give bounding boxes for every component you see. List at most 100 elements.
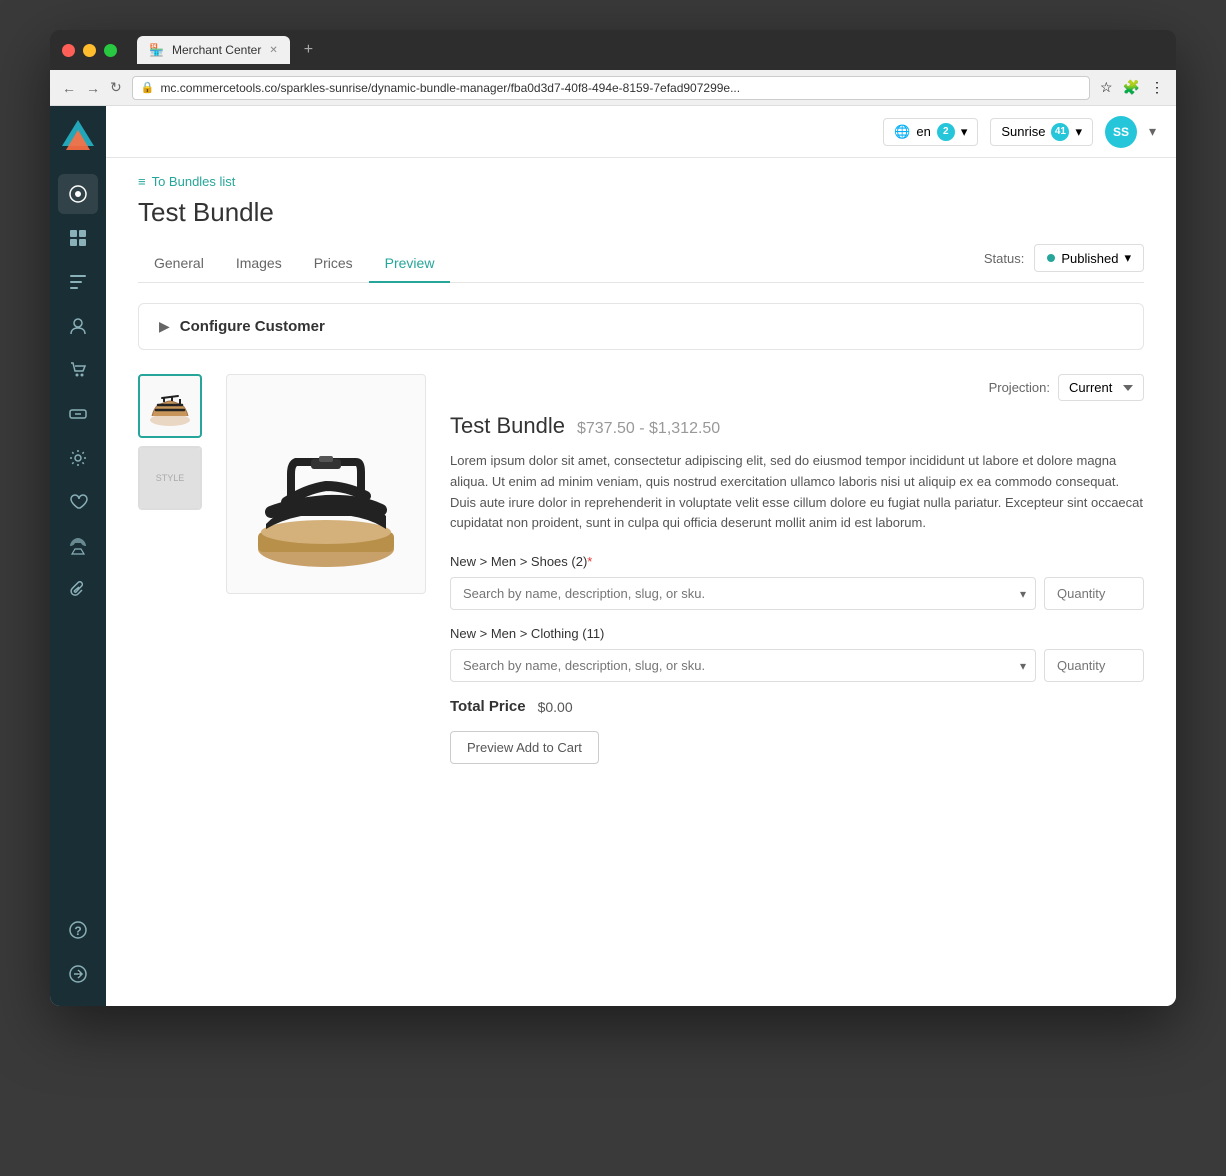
configure-chevron-icon: ▶: [159, 318, 170, 335]
tab-close-icon[interactable]: ✕: [269, 45, 277, 56]
sidebar-logo: [60, 118, 96, 154]
thumbnail-sandal[interactable]: [138, 374, 202, 438]
close-button[interactable]: [62, 44, 75, 57]
back-link[interactable]: ≡ To Bundles list: [138, 174, 1144, 189]
project-badge: 41: [1051, 123, 1069, 141]
user-initials: SS: [1113, 125, 1129, 139]
thumbnail-list: STYLE: [138, 374, 202, 764]
product-name: Test Bundle: [450, 413, 565, 439]
page-title: Test Bundle: [138, 197, 1144, 228]
user-avatar[interactable]: SS: [1105, 116, 1137, 148]
status-section: Status: Published ▾: [984, 244, 1144, 282]
project-selector[interactable]: Sunrise 41 ▾: [990, 118, 1093, 146]
app-wrapper: ? 🌐 en 2 ▾ Sunrise 41: [50, 106, 1176, 1006]
lock-icon: 🔒: [141, 81, 155, 94]
browser-titlebar: 🏪 Merchant Center ✕ +: [50, 30, 1176, 70]
sidebar-item-products[interactable]: [58, 218, 98, 258]
globe-icon: 🌐: [894, 124, 910, 140]
status-dot: [1047, 254, 1055, 262]
clothing-quantity-input[interactable]: [1044, 649, 1144, 682]
category-clothing: New > Men > Clothing (11) ▾: [450, 626, 1144, 682]
bookmark-icon[interactable]: ☆: [1100, 79, 1113, 96]
status-label: Status:: [984, 251, 1024, 266]
menu-icon[interactable]: ⋮: [1150, 79, 1164, 96]
sidebar-item-navigate[interactable]: [58, 954, 98, 994]
sidebar-item-launch[interactable]: [58, 526, 98, 566]
tab-general[interactable]: General: [138, 245, 220, 283]
tab-images[interactable]: Images: [220, 245, 298, 283]
sidebar-item-help[interactable]: ?: [58, 910, 98, 950]
tab-favicon: 🏪: [149, 43, 164, 57]
projection-row: Projection: Current: [450, 374, 1144, 401]
back-link-label: To Bundles list: [152, 174, 236, 189]
content-area: ≡ To Bundles list Test Bundle General Im…: [106, 158, 1176, 796]
sidebar-item-settings[interactable]: [58, 438, 98, 478]
new-tab-button[interactable]: +: [304, 41, 313, 59]
shoes-search-input[interactable]: [450, 577, 1036, 610]
language-selector[interactable]: 🌐 en 2 ▾: [883, 118, 978, 146]
list-icon: ≡: [138, 174, 146, 189]
category-shoes-label: New > Men > Shoes (2)*: [450, 554, 1144, 569]
shoes-input-row: ▾: [450, 577, 1144, 610]
product-price: $737.50 - $1,312.50: [577, 420, 720, 438]
sidebar: ?: [50, 106, 106, 1006]
forward-nav-button[interactable]: →: [86, 80, 100, 96]
browser-window: 🏪 Merchant Center ✕ + ← → ↻ 🔒 mc.commerc…: [50, 30, 1176, 1006]
configure-customer-section[interactable]: ▶ Configure Customer: [138, 303, 1144, 350]
sidebar-item-discounts[interactable]: [58, 394, 98, 434]
category-shoes: New > Men > Shoes (2)* ▾: [450, 554, 1144, 610]
clothing-input-row: ▾: [450, 649, 1144, 682]
url-text: mc.commercetools.co/sparkles-sunrise/dyn…: [160, 81, 740, 95]
svg-text:?: ?: [74, 924, 81, 938]
project-name: Sunrise: [1001, 124, 1045, 139]
total-label: Total Price: [450, 698, 526, 715]
reload-button[interactable]: ↻: [110, 79, 122, 96]
lang-badge: 2: [937, 123, 955, 141]
product-description: Lorem ipsum dolor sit amet, consectetur …: [450, 451, 1144, 534]
total-price-row: Total Price $0.00: [450, 698, 1144, 715]
projection-label: Projection:: [989, 380, 1050, 395]
address-bar: ← → ↻ 🔒 mc.commercetools.co/sparkles-sun…: [50, 70, 1176, 106]
sidebar-item-dashboard[interactable]: [58, 174, 98, 214]
main-content: 🌐 en 2 ▾ Sunrise 41 ▾ SS ▾: [106, 106, 1176, 1006]
lang-value: en: [916, 124, 930, 139]
total-value: $0.00: [538, 699, 573, 715]
tab-preview[interactable]: Preview: [369, 245, 451, 283]
sidebar-item-wishlist[interactable]: [58, 482, 98, 522]
status-badge[interactable]: Published ▾: [1034, 244, 1144, 272]
sidebar-bottom: ?: [58, 910, 98, 994]
url-bar[interactable]: 🔒 mc.commercetools.co/sparkles-sunrise/d…: [132, 76, 1090, 100]
category-clothing-label: New > Men > Clothing (11): [450, 626, 1144, 641]
tab-prices[interactable]: Prices: [298, 245, 369, 283]
sandal-main-image: [241, 384, 411, 584]
shoes-search-wrapper: ▾: [450, 577, 1036, 610]
configure-label: Configure Customer: [180, 318, 325, 335]
sandal-thumbnail-icon: [144, 380, 196, 432]
shoes-quantity-input[interactable]: [1044, 577, 1144, 610]
browser-tab[interactable]: 🏪 Merchant Center ✕: [137, 36, 290, 64]
sidebar-item-attachments[interactable]: [58, 570, 98, 610]
maximize-button[interactable]: [104, 44, 117, 57]
sidebar-item-customers[interactable]: [58, 306, 98, 346]
lang-chevron-icon: ▾: [961, 124, 968, 140]
back-nav-button[interactable]: ←: [62, 80, 76, 96]
product-details: Projection: Current Test Bundle $737.50 …: [450, 374, 1144, 764]
sidebar-item-categories[interactable]: [58, 262, 98, 302]
user-menu-chevron-icon[interactable]: ▾: [1149, 123, 1156, 140]
preview-add-to-cart-button[interactable]: Preview Add to Cart: [450, 731, 599, 764]
extension-icon[interactable]: 🧩: [1123, 79, 1140, 96]
minimize-button[interactable]: [83, 44, 96, 57]
product-name-row: Test Bundle $737.50 - $1,312.50: [450, 413, 1144, 439]
projection-select[interactable]: Current: [1058, 374, 1144, 401]
tabs-row: General Images Prices Preview Status:: [138, 244, 1144, 283]
bundle-preview: STYLE: [138, 374, 1144, 764]
main-product-image: [226, 374, 426, 594]
clothing-search-input[interactable]: [450, 649, 1036, 682]
clothing-search-wrapper: ▾: [450, 649, 1036, 682]
required-mark: *: [587, 554, 592, 569]
status-chevron-icon: ▾: [1124, 250, 1131, 266]
thumbnail-placeholder[interactable]: STYLE: [138, 446, 202, 510]
topbar: 🌐 en 2 ▾ Sunrise 41 ▾ SS ▾: [106, 106, 1176, 158]
status-value: Published: [1061, 251, 1118, 266]
sidebar-item-orders[interactable]: [58, 350, 98, 390]
